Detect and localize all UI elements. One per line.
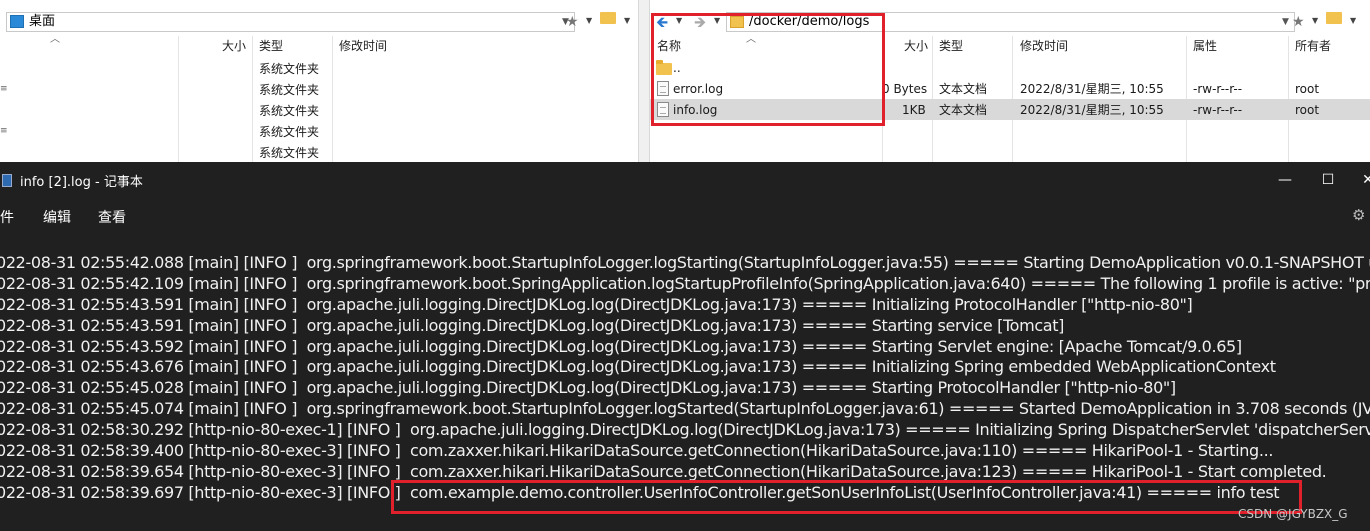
list-item-type[interactable]: 系统文件夹 bbox=[259, 122, 319, 142]
column-header-size[interactable]: 大小 bbox=[222, 36, 246, 56]
column-divider bbox=[252, 36, 253, 162]
log-line: 022-08-31 02:55:43.676 [main] [INFO ] or… bbox=[0, 357, 1276, 377]
forward-arrow-icon[interactable]: 🡺 bbox=[694, 14, 706, 30]
text-file-icon bbox=[657, 102, 669, 117]
selected-row-highlight bbox=[650, 99, 1370, 120]
column-divider bbox=[332, 36, 333, 162]
file-name: info.log bbox=[673, 103, 718, 117]
remote-address-bar: 🡸 ▼ 🡺 ▼ /docker/demo/logs ▼ ★ ▼ ▼ bbox=[650, 8, 1370, 34]
remote-address-input[interactable]: /docker/demo/logs bbox=[726, 12, 1278, 32]
list-item-type[interactable]: 系统文件夹 bbox=[259, 59, 319, 79]
favorite-dropdown-icon[interactable]: ▼ bbox=[586, 16, 592, 25]
maximize-button[interactable]: ☐ bbox=[1318, 170, 1338, 190]
folder-icon bbox=[730, 16, 744, 28]
notepad-window: info [2].log - 记事本 — ☐ ✕ 件 编辑 查看 ⚙ 022-0… bbox=[0, 162, 1370, 531]
pane-splitter[interactable] bbox=[638, 0, 650, 162]
log-line: 022-08-31 02:58:30.292 [http-nio-80-exec… bbox=[0, 420, 1370, 440]
local-address-input[interactable]: 桌面 bbox=[6, 12, 558, 32]
column-header-owner[interactable]: 所有者 bbox=[1295, 36, 1331, 56]
file-size: 0 Bytes bbox=[882, 82, 928, 96]
local-address-bar: 桌面 ▼ ★ ▼ ▼ bbox=[0, 8, 638, 34]
file-owner: root bbox=[1295, 82, 1320, 96]
folder-dropdown-icon[interactable]: ▼ bbox=[624, 16, 630, 25]
remote-pane: 🡸 ▼ 🡺 ▼ /docker/demo/logs ▼ ★ ▼ ▼ ︿ 名称 大… bbox=[650, 0, 1370, 162]
menu-file[interactable]: 件 bbox=[0, 207, 14, 227]
list-item-type[interactable]: 系统文件夹 bbox=[259, 101, 319, 121]
log-line: 022-08-31 02:58:39.654 [http-nio-80-exec… bbox=[0, 461, 1327, 481]
minimize-button[interactable]: — bbox=[1275, 170, 1295, 190]
favorite-star-icon[interactable]: ★ bbox=[566, 14, 579, 30]
column-header-attributes[interactable]: 属性 bbox=[1193, 36, 1217, 56]
log-line: 022-08-31 02:55:45.074 [main] [INFO ] or… bbox=[0, 399, 1370, 419]
file-type: 文本文档 bbox=[939, 82, 988, 96]
local-address-text: 桌面 bbox=[29, 14, 56, 29]
file-name: .. bbox=[673, 61, 681, 75]
folder-icon bbox=[656, 60, 672, 75]
file-modified: 2022/8/31/星期三, 10:55 bbox=[1020, 82, 1164, 96]
log-line: 022-08-31 02:58:39.697 [http-nio-80-exec… bbox=[0, 482, 1280, 502]
column-header-modified[interactable]: 修改时间 bbox=[339, 36, 387, 56]
window-title: info [2].log - 记事本 bbox=[20, 175, 143, 190]
log-text-area[interactable]: 022-08-31 02:55:42.088 [main] [INFO ] or… bbox=[0, 252, 1370, 503]
back-arrow-icon[interactable]: 🡸 bbox=[656, 14, 668, 30]
text-file-icon bbox=[657, 81, 669, 96]
file-size: 1KB bbox=[902, 103, 926, 117]
folder-dropdown-icon[interactable]: ▼ bbox=[1350, 16, 1356, 25]
menu-edit[interactable]: 编辑 bbox=[43, 207, 71, 227]
log-line: 022-08-31 02:55:42.109 [main] [INFO ] or… bbox=[0, 273, 1370, 293]
log-line: 022-08-31 02:55:43.592 [main] [INFO ] or… bbox=[0, 336, 1242, 356]
file-attributes: -rw-r--r-- bbox=[1193, 103, 1243, 117]
title-bar[interactable]: info [2].log - 记事本 — ☐ ✕ bbox=[0, 162, 1370, 198]
close-button[interactable]: ✕ bbox=[1358, 170, 1370, 190]
file-attributes: -rw-r--r-- bbox=[1193, 82, 1243, 96]
forward-dropdown-icon[interactable]: ▼ bbox=[714, 16, 720, 25]
local-pane: 桌面 ▼ ★ ▼ ▼ ︿ 大小 类型 修改时间 系统文件夹 系统文件夹 系统文件… bbox=[0, 0, 638, 162]
notepad-app-icon bbox=[2, 174, 12, 187]
menu-view[interactable]: 查看 bbox=[98, 207, 126, 227]
file-owner: root bbox=[1295, 103, 1320, 117]
back-dropdown-icon[interactable]: ▼ bbox=[676, 16, 682, 25]
sort-ascending-icon: ︿ bbox=[746, 34, 756, 45]
folder-icon[interactable] bbox=[600, 12, 616, 28]
log-line: 022-08-31 02:58:39.400 [http-nio-80-exec… bbox=[0, 441, 1274, 461]
favorite-dropdown-icon[interactable]: ▼ bbox=[1312, 16, 1318, 25]
column-header-name[interactable]: 名称 bbox=[657, 36, 681, 56]
log-line: 022-08-31 02:55:42.088 [main] [INFO ] or… bbox=[0, 253, 1370, 272]
watermark-text: CSDN @JGYBZX_G bbox=[1238, 507, 1348, 521]
column-header-modified[interactable]: 修改时间 bbox=[1020, 36, 1068, 56]
column-header-type[interactable]: 类型 bbox=[259, 36, 283, 56]
file-name: error.log bbox=[673, 82, 724, 96]
column-header-size[interactable]: 大小 bbox=[904, 36, 928, 56]
list-item-type[interactable]: 系统文件夹 bbox=[259, 80, 319, 100]
column-divider bbox=[178, 36, 179, 162]
menu-bar: 件 编辑 查看 bbox=[0, 202, 1370, 230]
truncated-item-icon: ≡ bbox=[0, 126, 8, 136]
sort-ascending-icon: ︿ bbox=[50, 34, 60, 45]
folder-icon[interactable] bbox=[1326, 12, 1342, 28]
list-item-type[interactable]: 系统文件夹 bbox=[259, 143, 319, 162]
log-line: 022-08-31 02:55:45.028 [main] [INFO ] or… bbox=[0, 378, 1176, 398]
remote-address-text: /docker/demo/logs bbox=[749, 14, 870, 29]
file-manager-panes: 桌面 ▼ ★ ▼ ▼ ︿ 大小 类型 修改时间 系统文件夹 系统文件夹 系统文件… bbox=[0, 0, 1370, 162]
favorite-star-icon[interactable]: ★ bbox=[1292, 14, 1305, 30]
log-line: 022-08-31 02:55:43.591 [main] [INFO ] or… bbox=[0, 315, 1065, 335]
file-modified: 2022/8/31/星期三, 10:55 bbox=[1020, 103, 1164, 117]
log-line: 022-08-31 02:55:43.591 [main] [INFO ] or… bbox=[0, 294, 1193, 314]
truncated-item-icon: ≡ bbox=[0, 84, 8, 94]
column-header-type[interactable]: 类型 bbox=[939, 36, 963, 56]
settings-gear-icon[interactable]: ⚙ bbox=[1352, 206, 1365, 224]
desktop-icon bbox=[10, 15, 24, 28]
file-type: 文本文档 bbox=[939, 103, 988, 117]
